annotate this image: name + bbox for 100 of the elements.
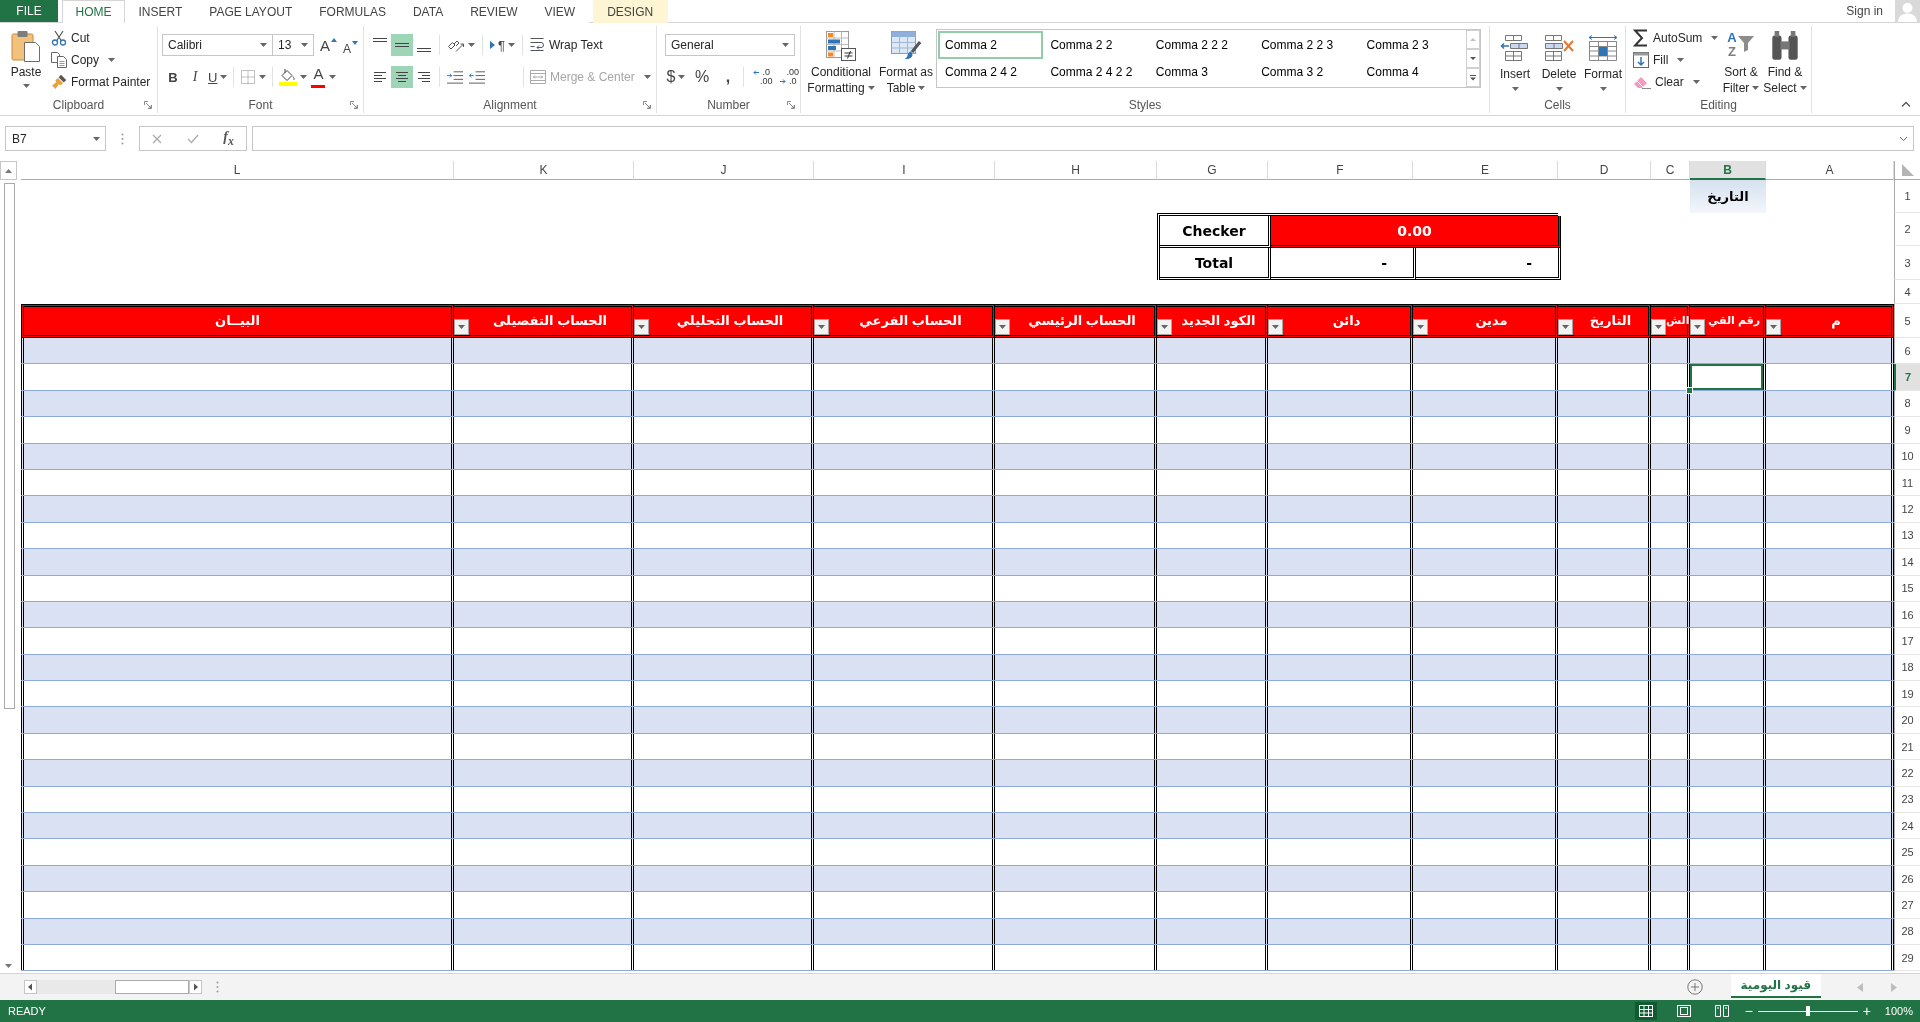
chevron-down-icon[interactable] xyxy=(1899,135,1908,142)
ribbon-tab[interactable]: DESIGN xyxy=(592,0,668,23)
decimal-button[interactable]: .00 .0 xyxy=(777,68,802,86)
autosum-button[interactable]: AutoSum xyxy=(1631,27,1719,49)
collapse-ribbon-icon[interactable] xyxy=(1901,101,1911,107)
sort-filter-button[interactable]: A Z Sort & Filter xyxy=(1719,26,1763,96)
row-header[interactable]: 2 xyxy=(1894,213,1920,246)
row-header[interactable]: 3 xyxy=(1894,246,1920,280)
grow-font-button[interactable]: A xyxy=(320,35,337,55)
row-header[interactable]: 19 xyxy=(1894,681,1920,708)
row-header[interactable]: 29 xyxy=(1894,945,1920,972)
column-header[interactable]: E xyxy=(1413,161,1558,180)
row-header[interactable]: 27 xyxy=(1894,892,1920,919)
zoom-out-button[interactable]: − xyxy=(1742,1003,1755,1019)
grip-icon[interactable] xyxy=(121,132,124,145)
column-header[interactable]: F xyxy=(1268,161,1413,180)
row-header[interactable]: 7 xyxy=(1894,364,1920,391)
decimal-button[interactable]: .0 .00 xyxy=(751,68,775,86)
number-format-dropdown[interactable]: General xyxy=(665,34,795,56)
scroll-up-icon[interactable] xyxy=(0,161,17,180)
fill-handle[interactable] xyxy=(1686,386,1693,394)
row-header[interactable]: 10 xyxy=(1894,443,1920,470)
grip-icon[interactable] xyxy=(216,981,219,993)
format-cells-button[interactable]: Format xyxy=(1582,26,1624,96)
launcher-icon[interactable] xyxy=(144,100,152,109)
cell-style-item[interactable]: Comma 2 2 xyxy=(1043,31,1149,59)
view-button[interactable] xyxy=(1634,1002,1657,1020)
zoom-thumb[interactable] xyxy=(1805,1006,1810,1016)
insert-function-button[interactable]: f$_{x}$ xyxy=(223,129,234,148)
row-header[interactable]: 21 xyxy=(1894,733,1920,761)
filter-button[interactable] xyxy=(1766,319,1781,335)
font-size-dropdown[interactable]: 13 xyxy=(272,34,314,56)
insert-cells-button[interactable]: Insert xyxy=(1494,26,1536,96)
formula-input[interactable] xyxy=(252,126,1914,151)
sign-in-link[interactable]: Sign in xyxy=(1846,4,1883,18)
zoom-level[interactable]: 100% xyxy=(1884,1005,1913,1017)
cell-style-item[interactable]: Comma 2 4 2 2 xyxy=(1043,58,1149,86)
ribbon-tab[interactable]: FILE xyxy=(0,0,58,22)
row-header[interactable]: 25 xyxy=(1894,839,1920,866)
check-icon[interactable] xyxy=(186,133,199,144)
cell-style-item[interactable]: Comma 2 4 2 xyxy=(938,58,1044,86)
wrap-text-button[interactable]: Wrap Text xyxy=(527,34,605,56)
row-header[interactable]: 18 xyxy=(1894,654,1920,682)
filter-button[interactable] xyxy=(814,319,829,335)
font-color-button[interactable]: A xyxy=(309,66,339,88)
cell-style-item[interactable]: Comma 2 3 xyxy=(1359,31,1465,59)
row-header[interactable]: 24 xyxy=(1894,813,1920,840)
row-header[interactable]: 22 xyxy=(1894,760,1920,787)
column-header[interactable]: L xyxy=(21,161,454,180)
row-header[interactable]: 26 xyxy=(1894,865,1920,893)
filter-button[interactable] xyxy=(1157,319,1172,335)
paste-button[interactable]: Paste xyxy=(7,26,45,96)
row-header[interactable]: 17 xyxy=(1894,628,1920,655)
row-header[interactable]: 1 xyxy=(1894,180,1920,213)
row-header[interactable]: 4 xyxy=(1894,280,1920,304)
horizontal-scrollbar[interactable] xyxy=(37,980,189,994)
new-sheet-icon[interactable] xyxy=(1686,979,1703,995)
column-header[interactable]: B xyxy=(1690,161,1766,180)
scroll-thumb[interactable] xyxy=(115,980,189,994)
conditional-formatting-button[interactable]: Conditional Formatting xyxy=(805,26,877,96)
row-header[interactable]: 12 xyxy=(1894,496,1920,523)
italic-button[interactable]: I xyxy=(184,66,206,88)
filter-button[interactable] xyxy=(1268,319,1283,335)
column-header[interactable]: A xyxy=(1766,161,1894,180)
filter-button[interactable] xyxy=(1690,319,1705,335)
cell-style-item[interactable]: Comma 4 xyxy=(1359,58,1465,86)
font-name-dropdown[interactable]: Calibri xyxy=(162,34,273,56)
column-header[interactable]: I xyxy=(814,161,995,180)
column-header[interactable]: H xyxy=(995,161,1157,180)
format-as-table-button[interactable]: Format as Table xyxy=(877,26,935,96)
cell-style-item[interactable]: Comma 2 xyxy=(938,31,1044,59)
row-header[interactable]: 11 xyxy=(1894,469,1920,497)
format-painter-button[interactable]: Format Painter xyxy=(49,71,153,93)
launcher-icon[interactable] xyxy=(643,100,651,109)
ribbon-tab[interactable]: HOME xyxy=(62,0,125,23)
row-header[interactable]: 13 xyxy=(1894,522,1920,550)
vertical-align-button[interactable] xyxy=(391,34,413,56)
more-icon[interactable] xyxy=(1466,68,1480,87)
row-header[interactable]: 15 xyxy=(1894,575,1920,602)
filter-button[interactable] xyxy=(1651,319,1666,335)
cut-button[interactable]: Cut xyxy=(49,27,153,49)
zoom-in-button[interactable]: + xyxy=(1860,1003,1873,1019)
column-header[interactable]: K xyxy=(454,161,634,180)
fill-color-button[interactable] xyxy=(277,66,310,88)
column-header[interactable]: G xyxy=(1157,161,1268,180)
find-select-button[interactable]: Find & Select xyxy=(1763,26,1807,96)
row-header[interactable]: 9 xyxy=(1894,417,1920,444)
fill-button[interactable]: Fill xyxy=(1631,49,1719,71)
filter-button[interactable] xyxy=(995,319,1010,335)
sheet-tab[interactable]: قيود اليومية xyxy=(1730,974,1821,998)
scroll-down-icon[interactable] xyxy=(1466,49,1480,68)
name-box[interactable]: B7 xyxy=(5,126,106,151)
percent-button[interactable]: % xyxy=(691,66,713,88)
launcher-icon[interactable] xyxy=(787,100,795,109)
row-header[interactable]: 14 xyxy=(1894,549,1920,576)
underline-button[interactable]: U xyxy=(206,66,230,88)
column-header[interactable]: D xyxy=(1558,161,1651,180)
scroll-right-icon[interactable] xyxy=(189,980,202,994)
launcher-icon[interactable] xyxy=(350,100,358,109)
shrink-font-button[interactable]: A xyxy=(343,35,359,55)
